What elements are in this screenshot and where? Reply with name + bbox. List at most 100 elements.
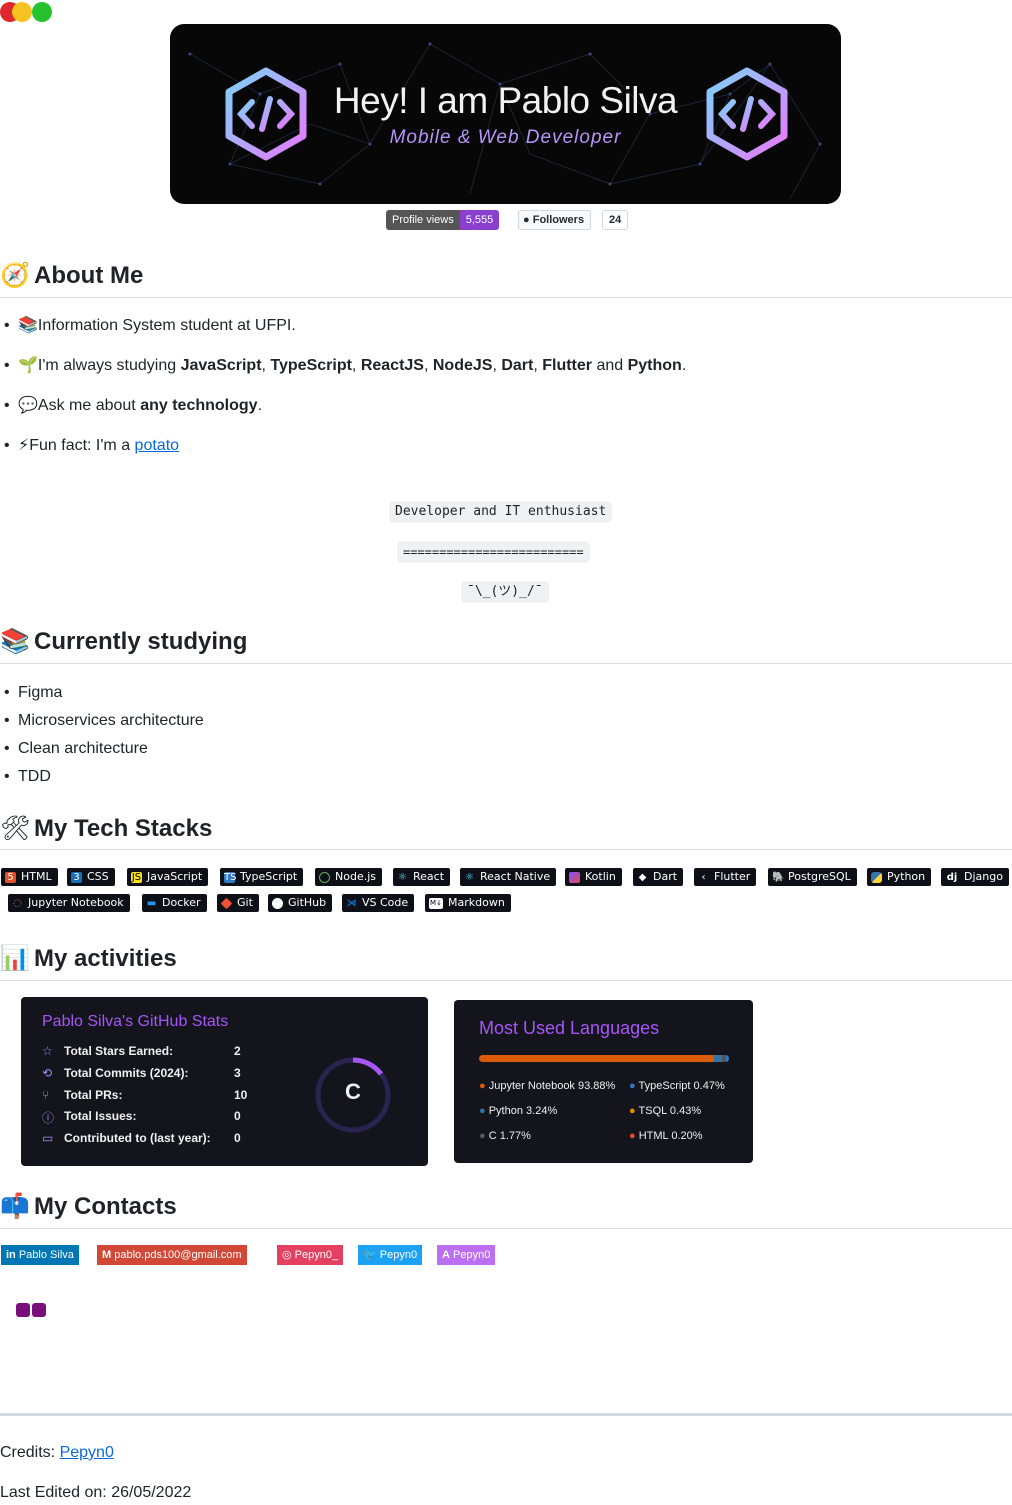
studying-item: Figma (4, 682, 63, 704)
about-item: 💬Ask me about any technology. (4, 395, 262, 417)
maximize-window-button[interactable] (32, 2, 52, 22)
alura-icon: A (442, 1249, 450, 1261)
top-languages-card[interactable]: Most Used Languages ● Jupyter Notebook 9… (454, 1000, 753, 1163)
javascript-icon: JS (131, 871, 142, 883)
activities-heading: 📊 My activities (0, 942, 1012, 976)
profile-views-count: 5,555 (459, 210, 500, 230)
tech-badge-python: Python (867, 868, 932, 886)
tech-badge-react: ⚛ React (393, 868, 451, 886)
credits-line: Credits: Pepyn0 (0, 1444, 114, 1461)
django-icon: dj (946, 871, 958, 883)
divider (0, 849, 1012, 850)
about-item: 📚Information System student at UFPI. (4, 315, 296, 337)
speech-bubble-icon: 💬 (18, 397, 38, 414)
instagram-badge[interactable]: ◎ Pepyn0_ (277, 1245, 344, 1265)
language-item: ● Python 3.24% (479, 1105, 558, 1117)
linkedin-icon: in (6, 1249, 16, 1261)
studying-item: TDD (4, 766, 51, 788)
code-line: ========================= (397, 541, 590, 563)
studying-heading: 📚 Currently studying (0, 625, 1012, 659)
divider (0, 980, 1012, 981)
decoration-icon (32, 1303, 46, 1317)
tech-badge-react-native: ⚛ React Native (460, 868, 557, 886)
language-item: ● HTML 0.20% (629, 1130, 703, 1142)
tech-badge-nodejs: Node.js (315, 868, 382, 886)
seedling-icon: 🌱 (18, 357, 38, 374)
tech-badge-css: 3 CSS (67, 868, 115, 886)
profile-views-badge[interactable]: Profile views 5,555 (386, 210, 500, 230)
languages-progress-bar (479, 1055, 729, 1062)
dart-icon: ◆ (638, 871, 647, 883)
tech-badge-git: Git (217, 894, 259, 912)
language-item: ● C 1.77% (479, 1130, 531, 1142)
gmail-badge[interactable]: M pablo.pds100@gmail.com (97, 1245, 247, 1265)
potato-link[interactable]: potato (135, 437, 179, 454)
tech-badge-github: GitHub (268, 894, 333, 912)
followers-badge[interactable]: ● Followers (518, 210, 592, 230)
python-icon (871, 871, 882, 883)
stats-row: ▭ Contributed to (last year): 0 (42, 1131, 241, 1145)
minimize-window-button[interactable] (12, 2, 32, 22)
language-item: ● TypeScript 0.47% (629, 1080, 725, 1092)
language-dot: ● (629, 1080, 636, 1092)
tech-badge-vscode: ⋊ VS Code (342, 894, 415, 912)
compass-icon: 🧭 (0, 262, 30, 289)
issue-icon: ⓘ (42, 1111, 55, 1125)
about-heading: 🧭 About Me (0, 259, 1012, 293)
last-edited: Last Edited on: 26/05/2022 (0, 1484, 192, 1501)
language-dot: ● (479, 1130, 486, 1142)
alura-badge[interactable]: A Pepyn0 (437, 1245, 496, 1265)
html5-icon: 5 (5, 871, 16, 883)
banner-title: Hey! I am Pablo Silva (333, 80, 678, 121)
history-icon: ⟲ (42, 1066, 53, 1080)
typescript-icon: TS (224, 871, 237, 883)
tools-icon: 🛠 (0, 815, 31, 842)
tech-badge-flutter: ‹ Flutter (694, 868, 757, 886)
decoration-icon (16, 1303, 30, 1317)
tech-badge-html: 5 HTML (1, 868, 58, 886)
linkedin-badge[interactable]: in Pablo Silva (1, 1245, 79, 1265)
github-stats-card[interactable]: Pablo Silva's GitHub Stats ☆ Total Stars … (21, 997, 428, 1166)
gmail-icon: M (102, 1249, 112, 1261)
language-item: ● TSQL 0.43% (629, 1105, 702, 1117)
docker-icon: ▬ (146, 897, 157, 909)
profile-views-label: Profile views (386, 210, 460, 230)
nodejs-icon (319, 871, 330, 883)
tech-badge-postgresql: 🐘 PostgreSQL (768, 868, 857, 886)
repo-icon: ▭ (42, 1131, 54, 1145)
language-item: ● Jupyter Notebook 93.88% (479, 1080, 616, 1092)
contacts-heading: 📫 My Contacts (0, 1190, 1012, 1224)
about-item: 🌱I'm always studying JavaScript, TypeScr… (4, 355, 686, 377)
footer-divider (0, 1413, 1012, 1416)
mailbox-icon: 📫 (0, 1193, 30, 1220)
stats-row: ☆ Total Stars Earned: 2 (42, 1044, 241, 1058)
followers-count: 24 (602, 210, 629, 230)
grade-label: C (345, 1079, 361, 1104)
markdown-icon: M↓ (429, 897, 443, 909)
divider (0, 663, 1012, 664)
tech-badge-javascript: JS JavaScript (127, 868, 209, 886)
stats-title: Pablo Silva's GitHub Stats (42, 1013, 229, 1030)
twitter-badge[interactable]: 🐦 Pepyn0 (358, 1245, 423, 1265)
postgresql-icon: 🐘 (772, 871, 785, 883)
star-icon: ☆ (42, 1044, 53, 1058)
languages-title: Most Used Languages (479, 1018, 660, 1038)
studying-item: Clean architecture (4, 738, 148, 760)
stats-row: ⓘ Total Issues: 0 (42, 1109, 241, 1125)
language-dot: ● (479, 1080, 486, 1092)
code-line: ¯\_(ツ)_/¯ (461, 581, 549, 603)
pull-request-icon: ⑂ (42, 1088, 50, 1102)
studying-item: Microservices architecture (4, 710, 204, 732)
stats-row: ⟲ Total Commits (2024): 3 (42, 1066, 241, 1080)
css3-icon: 3 (71, 871, 82, 883)
books-icon: 📚 (0, 628, 30, 655)
twitter-icon: 🐦 (363, 1249, 377, 1261)
bar-chart-icon: 📊 (0, 945, 30, 972)
jupyter-icon: ◌ (13, 897, 22, 909)
credits-link[interactable]: Pepyn0 (60, 1444, 114, 1461)
flutter-icon: ‹ (701, 871, 706, 883)
divider (0, 1228, 1012, 1229)
language-dot: ● (629, 1130, 636, 1142)
tech-badge-typescript: TS TypeScript (220, 868, 304, 886)
tech-badge-jupyter: ◌ Jupyter Notebook (8, 894, 130, 912)
